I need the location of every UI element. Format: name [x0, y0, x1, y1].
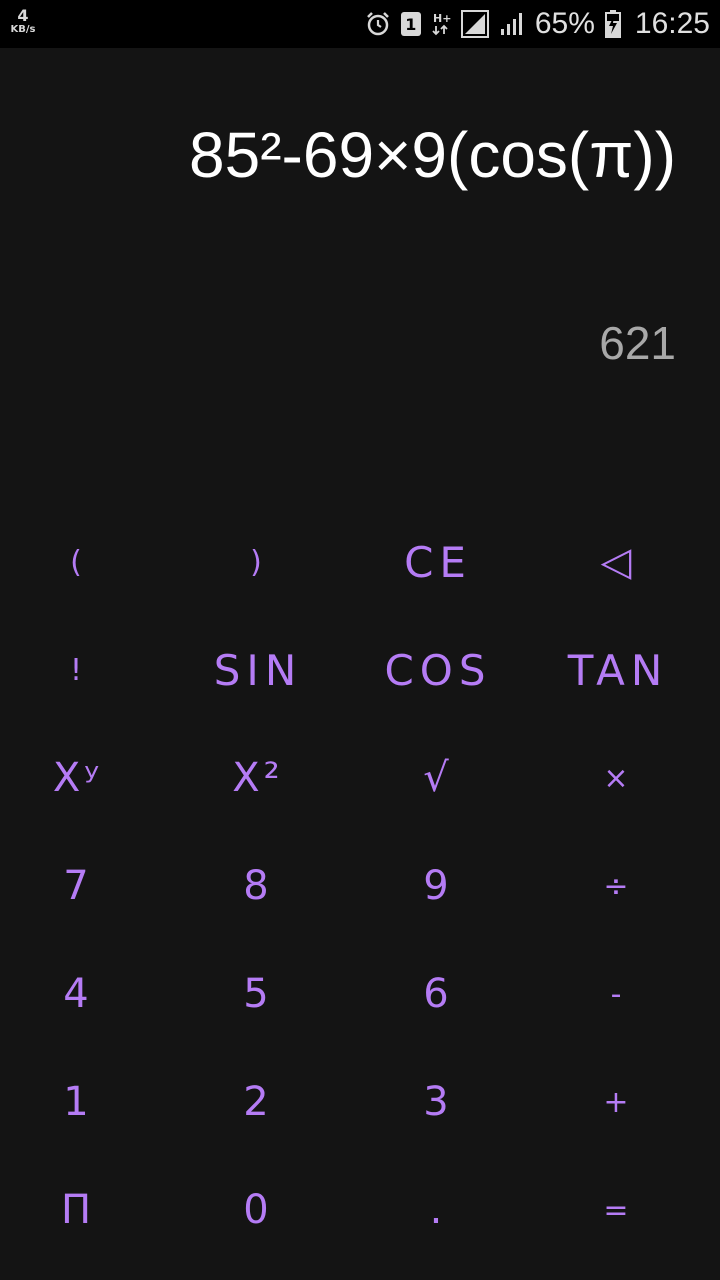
digit-1-button[interactable]: 1 [0, 1048, 174, 1156]
digit-0-button[interactable]: 0 [162, 1156, 354, 1264]
subtract-button[interactable]: - [522, 940, 714, 1048]
sqrt-button[interactable]: √ [342, 724, 534, 832]
network-speed-unit: KB/s [10, 24, 36, 35]
network-speed-indicator: 4 KB/s [6, 8, 40, 35]
network-speed-value: 4 [17, 6, 29, 25]
status-icons: 1 H+ 65% 16:25 [365, 0, 710, 48]
cos-button[interactable]: COS [342, 616, 534, 724]
tan-button[interactable]: TAN [522, 616, 714, 724]
digit-3-button[interactable]: 3 [342, 1048, 534, 1156]
digit-5-button[interactable]: 5 [162, 940, 354, 1048]
calculator-display: 85²-69×9(cos(π)) 621 [0, 48, 720, 520]
multiply-button[interactable]: × [522, 724, 714, 832]
signal-sim1-icon [460, 10, 489, 38]
pi-button[interactable]: Π [0, 1156, 174, 1264]
power-button[interactable]: Xʸ [0, 724, 174, 832]
digit-8-button[interactable]: 8 [162, 832, 354, 940]
close-paren-button[interactable]: ) [162, 508, 354, 616]
sin-button[interactable]: SIN [162, 616, 354, 724]
digit-4-button[interactable]: 4 [0, 940, 174, 1048]
status-bar: 4 KB/s 1 H+ 65% 16:25 [0, 0, 720, 48]
battery-charging-icon [604, 10, 621, 38]
clock: 16:25 [634, 7, 710, 40]
expression-display: 85²-69×9(cos(π)) [189, 119, 676, 191]
battery-percent: 65% [534, 7, 595, 40]
factorial-button[interactable]: ! [0, 616, 174, 724]
digit-7-button[interactable]: 7 [0, 832, 174, 940]
keypad: ( ) CE ◁ ! SIN COS TAN Xʸ X² √ × 7 8 9 ÷… [0, 508, 702, 1264]
add-button[interactable]: + [522, 1048, 714, 1156]
digit-6-button[interactable]: 6 [342, 940, 534, 1048]
open-paren-button[interactable]: ( [0, 508, 174, 616]
digit-9-button[interactable]: 9 [342, 832, 534, 940]
hplus-data-icon: H+ [431, 10, 451, 38]
sim-1-icon: 1 [400, 12, 421, 36]
svg-text:H+: H+ [433, 12, 451, 25]
backspace-button[interactable]: ◁ [522, 508, 714, 616]
equals-button[interactable]: = [522, 1156, 714, 1264]
digit-2-button[interactable]: 2 [162, 1048, 354, 1156]
clear-entry-button[interactable]: CE [342, 508, 534, 616]
alarm-icon [365, 11, 391, 37]
decimal-point-button[interactable]: . [342, 1156, 534, 1264]
divide-button[interactable]: ÷ [522, 832, 714, 940]
square-button[interactable]: X² [162, 724, 354, 832]
signal-sim2-icon [499, 11, 525, 37]
result-display: 621 [599, 317, 676, 369]
